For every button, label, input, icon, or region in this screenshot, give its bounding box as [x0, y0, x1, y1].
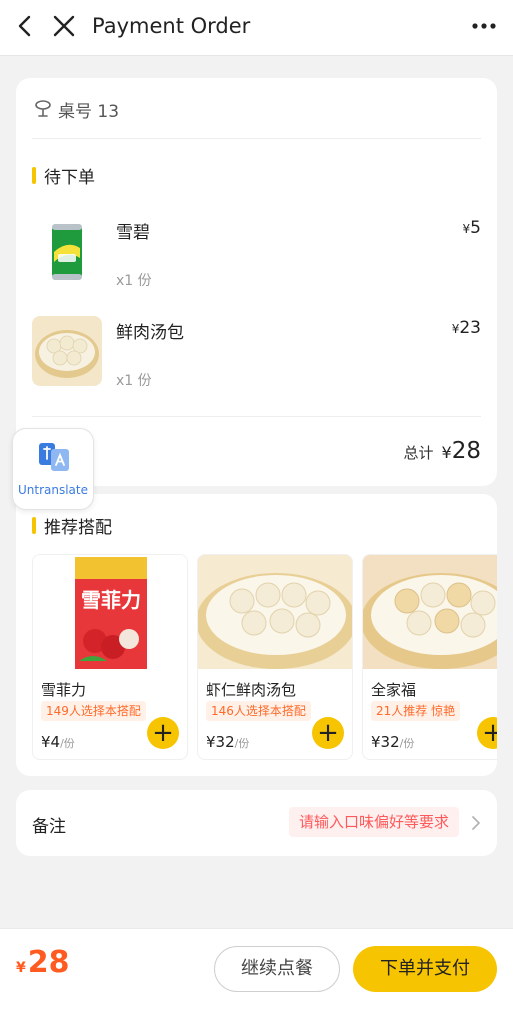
price-unit: /份	[234, 737, 250, 750]
page-title: Payment Order	[92, 14, 251, 38]
recommend-item[interactable]: 全家福 21人推荐 惊艳 ¥32/份 +	[362, 554, 497, 760]
recommend-price: ¥32/份	[206, 733, 249, 751]
footer-total: ¥ 28	[16, 945, 70, 980]
price-unit: /份	[399, 737, 415, 750]
shrimp-dumpling-image	[198, 555, 352, 669]
add-button[interactable]: +	[477, 717, 497, 749]
recommend-tag: 149人选择本搭配	[41, 701, 146, 721]
table-number: 桌号 13	[34, 96, 119, 122]
item-price-value: 23	[459, 318, 481, 338]
recommend-list[interactable]: 雪菲力 雪菲力 149人选择本搭配 ¥4/份 + 虾仁鲜肉汤包 146人选择本搭…	[32, 554, 497, 760]
recommend-price: ¥4/份	[41, 733, 75, 751]
add-button[interactable]: +	[312, 717, 344, 749]
item-quantity: x1 份	[116, 273, 152, 289]
translate-app-icon	[39, 443, 69, 471]
recommend-tag: 21人推荐 惊艳	[371, 701, 461, 721]
recommend-price-value: 4	[50, 733, 61, 751]
close-icon[interactable]	[50, 12, 78, 40]
order-card: 桌号 13 待下单 雪碧 x1 份 ¥5 鲜肉汤包 x1 份 ¥23 总计 ¥ …	[16, 78, 497, 486]
total-amount: 28	[451, 438, 481, 464]
note-label: 备注	[32, 817, 66, 837]
price-unit: /份	[60, 737, 75, 750]
soup-dumpling-image	[32, 316, 102, 386]
recommend-price-value: 32	[380, 733, 400, 751]
recommend-item[interactable]: 虾仁鲜肉汤包 146人选择本搭配 ¥32/份 +	[197, 554, 353, 760]
currency-symbol: ¥	[371, 733, 381, 751]
item-name: 雪碧	[116, 223, 150, 243]
untranslate-label: Untranslate	[17, 483, 88, 497]
recommend-price-value: 32	[215, 733, 235, 751]
note-card[interactable]: 备注 请输入口味偏好等要求	[16, 790, 497, 856]
order-item[interactable]: 鲜肉汤包 x1 份 ¥23	[32, 316, 481, 396]
currency-symbol: ¥	[441, 443, 452, 462]
recommend-item-name: 雪菲力	[41, 681, 87, 699]
untranslate-button[interactable]: Untranslate	[12, 428, 94, 510]
total-label: 总计	[403, 444, 434, 462]
currency-symbol: ¥	[41, 733, 51, 751]
recommend-price: ¥32/份	[371, 733, 414, 751]
item-name: 鲜肉汤包	[116, 323, 184, 343]
recommend-item[interactable]: 雪菲力 雪菲力 149人选择本搭配 ¥4/份 +	[32, 554, 188, 760]
title-accent-bar	[32, 516, 36, 534]
recommend-tag: 146人选择本搭配	[206, 701, 311, 721]
pending-order-title: 待下单	[32, 164, 95, 188]
footer-total-amount: 28	[27, 945, 70, 980]
item-quantity: x1 份	[116, 373, 152, 389]
table-icon	[35, 100, 51, 117]
top-bar: Payment Order	[0, 0, 513, 56]
recommend-title-text: 推荐搭配	[44, 517, 112, 538]
more-dots-icon[interactable]	[469, 12, 499, 40]
sprite-can-image	[32, 216, 102, 286]
item-price-value: 5	[470, 218, 481, 238]
recommend-card: 推荐搭配 雪菲力 雪菲力 149人选择本搭配 ¥4/份 + 虾仁鲜肉汤包 146…	[16, 494, 497, 776]
pending-order-title-text: 待下单	[44, 167, 95, 188]
order-total: 总计 ¥ 28	[404, 438, 481, 464]
add-button[interactable]: +	[147, 717, 179, 749]
assorted-dumpling-image	[363, 555, 497, 669]
recommend-item-name: 虾仁鲜肉汤包	[206, 681, 297, 699]
bottom-bar: ¥ 28 继续点餐 下单并支付	[0, 928, 513, 1024]
recommend-title: 推荐搭配	[32, 514, 112, 538]
chevron-right-icon	[472, 816, 480, 830]
svg-text:雪菲力: 雪菲力	[81, 588, 141, 612]
divider	[32, 416, 481, 417]
item-price: ¥5	[463, 218, 481, 238]
recommend-item-name: 全家福	[371, 681, 417, 699]
title-accent-bar	[32, 166, 36, 184]
order-item[interactable]: 雪碧 x1 份 ¥5	[32, 216, 481, 296]
divider	[32, 138, 481, 139]
currency-symbol: ¥	[16, 960, 26, 976]
table-number-label: 桌号 13	[58, 101, 120, 122]
place-order-pay-button[interactable]: 下单并支付	[353, 946, 497, 992]
continue-ordering-button[interactable]: 继续点餐	[214, 946, 340, 992]
currency-symbol: ¥	[206, 733, 216, 751]
chevron-left-icon[interactable]	[12, 12, 40, 40]
sarsi-drink-image: 雪菲力	[33, 555, 187, 669]
item-price: ¥23	[452, 318, 481, 338]
note-input[interactable]: 请输入口味偏好等要求	[288, 807, 459, 837]
